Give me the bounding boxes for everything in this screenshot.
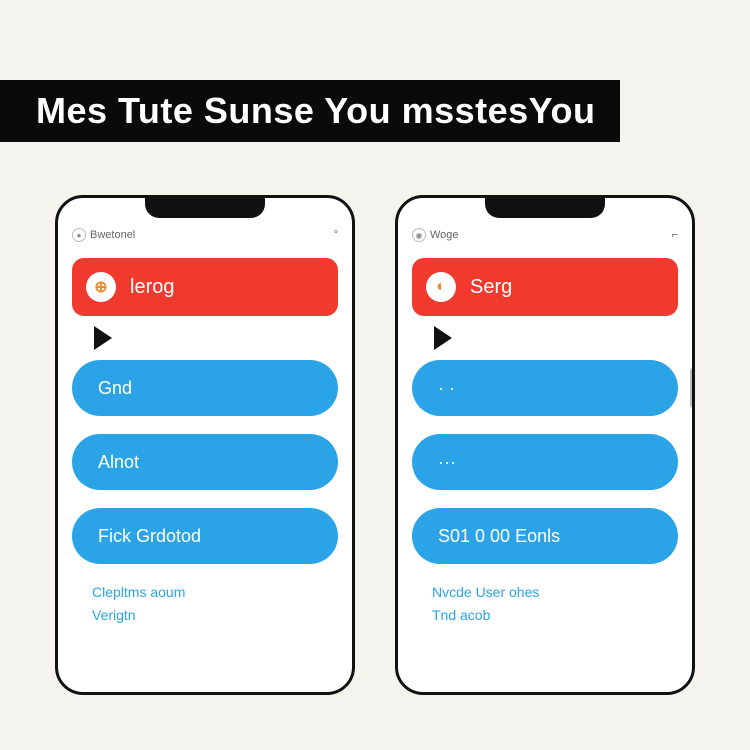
option-button-3[interactable]: S01 0 00 Eonls [412, 508, 678, 564]
status-label: Bwetonel [90, 229, 135, 241]
status-label: Woge [430, 229, 459, 241]
option-label: Gnd [98, 378, 132, 399]
option-label: · · [438, 378, 455, 399]
phone-mockup-left: ● Bwetonel ° ⊕ lerog Gnd Alnot [55, 195, 355, 695]
footer-links: Clepltms aoum Verigtn [72, 582, 338, 626]
phone-notch [145, 196, 265, 218]
option-button-1[interactable]: · · [412, 360, 678, 416]
footer-link-2[interactable]: Tnd acob [432, 605, 678, 626]
option-label: S01 0 00 Eonls [438, 526, 560, 547]
play-icon [94, 326, 112, 350]
status-bar: ● Bwetonel ° [72, 228, 338, 242]
status-dot-icon: ◉ [412, 228, 426, 242]
primary-red-button[interactable]: ⊕ lerog [72, 258, 338, 316]
option-button-2[interactable]: ··· [412, 434, 678, 490]
play-icon [434, 326, 452, 350]
page-title: Mes Tute Sunse You msstesYou [36, 90, 595, 132]
option-label: ··· [438, 452, 456, 473]
status-right: ° [334, 229, 338, 241]
primary-red-button[interactable]: ◐ Serg [412, 258, 678, 316]
footer-link-1[interactable]: Nvcde User ohes [432, 582, 678, 603]
red-button-label: Serg [470, 276, 512, 299]
status-right: ⌐ [672, 229, 678, 241]
scrollbar-thumb[interactable] [690, 368, 695, 408]
footer-links: Nvcde User ohes Tnd acob [412, 582, 678, 626]
red-button-icon: ⊕ [86, 272, 116, 302]
option-button-3[interactable]: Fick Grdotod [72, 508, 338, 564]
option-button-2[interactable]: Alnot [72, 434, 338, 490]
status-dot-icon: ● [72, 228, 86, 242]
screen-content: ⊕ lerog Gnd Alnot Fick Grdotod Clepltms … [72, 258, 338, 678]
option-label: Fick Grdotod [98, 526, 201, 547]
phone-notch [485, 196, 605, 218]
red-button-label: lerog [130, 276, 174, 299]
phone-mockup-right: ◉ Woge ⌐ ◐ Serg · · ··· [395, 195, 695, 695]
status-bar: ◉ Woge ⌐ [412, 228, 678, 242]
page-title-bar: Mes Tute Sunse You msstesYou [0, 80, 620, 142]
play-row[interactable] [72, 316, 338, 360]
option-button-1[interactable]: Gnd [72, 360, 338, 416]
phone-comparison-row: ● Bwetonel ° ⊕ lerog Gnd Alnot [55, 195, 695, 695]
play-row[interactable] [412, 316, 678, 360]
footer-link-2[interactable]: Verigtn [92, 605, 338, 626]
footer-link-1[interactable]: Clepltms aoum [92, 582, 338, 603]
screen-content: ◐ Serg · · ··· S01 0 00 Eonls Nvcde User… [412, 258, 678, 678]
option-label: Alnot [98, 452, 139, 473]
red-button-icon: ◐ [426, 272, 456, 302]
